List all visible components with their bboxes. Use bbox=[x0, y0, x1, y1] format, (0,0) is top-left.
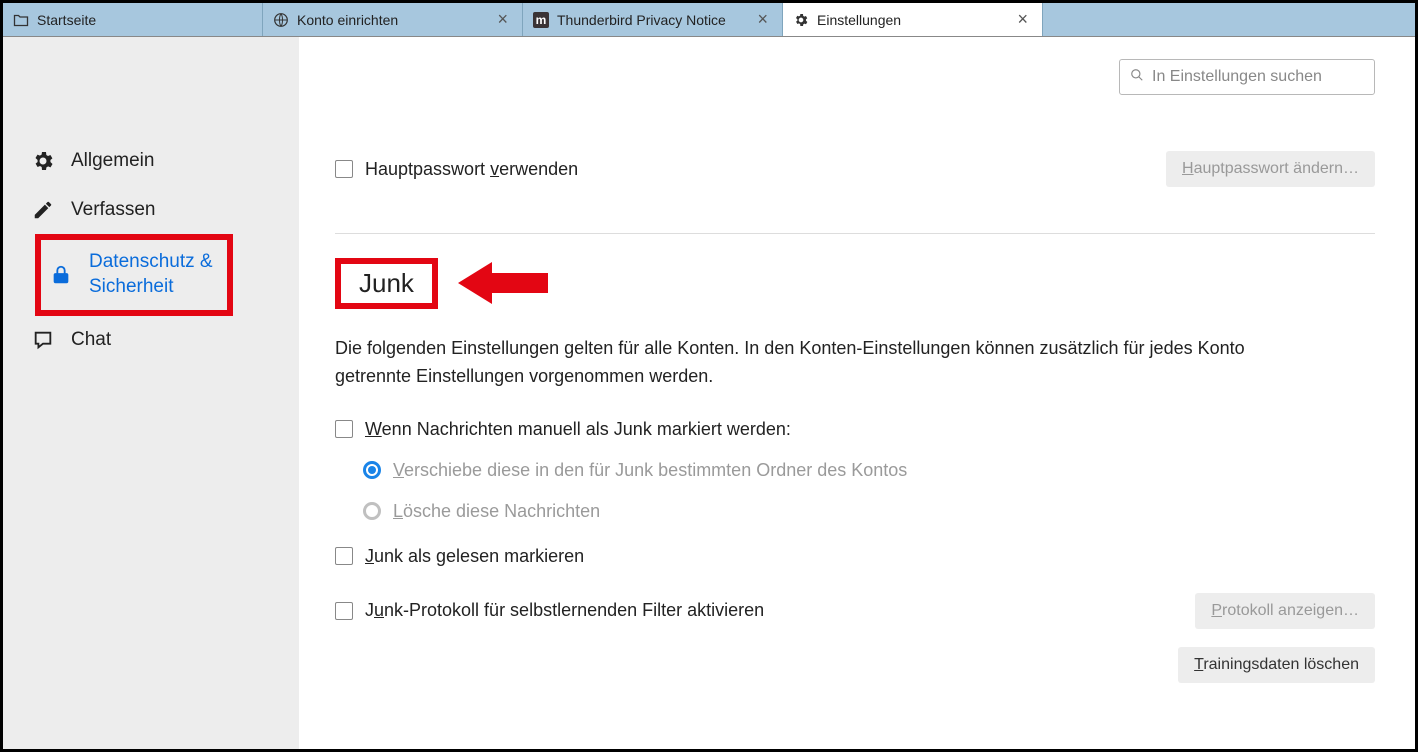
settings-search[interactable] bbox=[1119, 59, 1375, 95]
sidebar-item-label: Verfassen bbox=[71, 198, 156, 223]
move-to-junk-radio[interactable]: Verschiebe diese in den für Junk bestimm… bbox=[363, 460, 1375, 481]
settings-sidebar: Allgemein Verfassen Datenschutz &Sicherh… bbox=[3, 37, 299, 749]
radio-label: Lösche diese Nachrichten bbox=[393, 501, 600, 522]
lock-icon bbox=[49, 263, 73, 287]
search-icon bbox=[1130, 68, 1144, 87]
checkbox-label: Junk als gelesen markieren bbox=[365, 546, 584, 567]
annotation-highlight-sidebar: Datenschutz &Sicherheit bbox=[35, 234, 233, 315]
sidebar-item-general[interactable]: Allgemein bbox=[3, 137, 299, 186]
master-password-row: Hauptpasswort verwenden Hauptpasswort än… bbox=[335, 145, 1375, 193]
junk-description: Die folgenden Einstellungen gelten für a… bbox=[335, 335, 1295, 391]
close-icon[interactable]: × bbox=[753, 9, 772, 30]
radio-icon bbox=[363, 502, 381, 520]
checkbox-icon bbox=[335, 547, 353, 565]
checkbox-label: Hauptpasswort verwenden bbox=[365, 159, 578, 180]
mark-junk-read-checkbox[interactable]: Junk als gelesen markieren bbox=[335, 546, 1375, 567]
checkbox-label: Junk-Protokoll für selbstlernenden Filte… bbox=[365, 600, 764, 621]
junk-section-header: Junk bbox=[335, 258, 1375, 313]
section-title: Junk bbox=[359, 268, 414, 298]
sidebar-item-label: Chat bbox=[71, 328, 111, 353]
close-icon[interactable]: × bbox=[493, 9, 512, 30]
search-input[interactable] bbox=[1152, 68, 1364, 86]
when-marked-junk-checkbox[interactable]: Wenn Nachrichten manuell als Junk markie… bbox=[335, 419, 1375, 440]
section-divider bbox=[335, 233, 1375, 234]
checkbox-icon bbox=[335, 160, 353, 178]
enable-junk-log-checkbox[interactable]: Junk-Protokoll für selbstlernenden Filte… bbox=[335, 600, 764, 621]
delete-junk-radio[interactable]: Lösche diese Nachrichten bbox=[363, 501, 1375, 522]
sidebar-item-label: Datenschutz &Sicherheit bbox=[89, 250, 213, 299]
tab-account-setup[interactable]: Konto einrichten × bbox=[263, 3, 523, 36]
app-body: Allgemein Verfassen Datenschutz &Sicherh… bbox=[3, 37, 1415, 749]
reset-training-data-button[interactable]: Trainingsdaten löschen bbox=[1178, 647, 1375, 683]
checkbox-icon bbox=[335, 602, 353, 620]
settings-content: Hauptpasswort verwenden Hauptpasswort än… bbox=[299, 37, 1415, 749]
annotation-arrow-icon bbox=[458, 258, 548, 313]
sidebar-item-label: Allgemein bbox=[71, 149, 154, 174]
tab-bar: Startseite Konto einrichten × m Thunderb… bbox=[3, 3, 1415, 37]
radio-label: Verschiebe diese in den für Junk bestimm… bbox=[393, 460, 907, 481]
tab-home[interactable]: Startseite bbox=[3, 3, 263, 36]
sidebar-item-compose[interactable]: Verfassen bbox=[3, 186, 299, 235]
sidebar-item-privacy-security[interactable]: Datenschutz &Sicherheit bbox=[45, 244, 217, 305]
junk-log-row: Junk-Protokoll für selbstlernenden Filte… bbox=[335, 587, 1375, 635]
pencil-icon bbox=[31, 198, 55, 222]
use-master-password-checkbox[interactable]: Hauptpasswort verwenden bbox=[335, 159, 578, 180]
checkbox-icon bbox=[335, 420, 353, 438]
tab-label: Thunderbird Privacy Notice bbox=[557, 12, 726, 28]
folder-icon bbox=[13, 12, 29, 28]
tab-label: Startseite bbox=[37, 12, 96, 28]
mozilla-icon: m bbox=[533, 12, 549, 28]
radio-icon bbox=[363, 461, 381, 479]
annotation-highlight-junk: Junk bbox=[335, 258, 438, 309]
change-master-password-button: Hauptpasswort ändern… bbox=[1166, 151, 1375, 187]
gear-icon bbox=[793, 12, 809, 28]
globe-icon bbox=[273, 12, 289, 28]
tab-privacy-notice[interactable]: m Thunderbird Privacy Notice × bbox=[523, 3, 783, 36]
tab-label: Einstellungen bbox=[817, 12, 901, 28]
close-icon[interactable]: × bbox=[1013, 9, 1032, 30]
tab-settings[interactable]: Einstellungen × bbox=[783, 3, 1043, 36]
sidebar-item-chat[interactable]: Chat bbox=[3, 316, 299, 365]
checkbox-label: Wenn Nachrichten manuell als Junk markie… bbox=[365, 419, 791, 440]
tab-label: Konto einrichten bbox=[297, 12, 398, 28]
chat-icon bbox=[31, 328, 55, 352]
gear-icon bbox=[31, 149, 55, 173]
show-log-button: Protokoll anzeigen… bbox=[1195, 593, 1375, 629]
